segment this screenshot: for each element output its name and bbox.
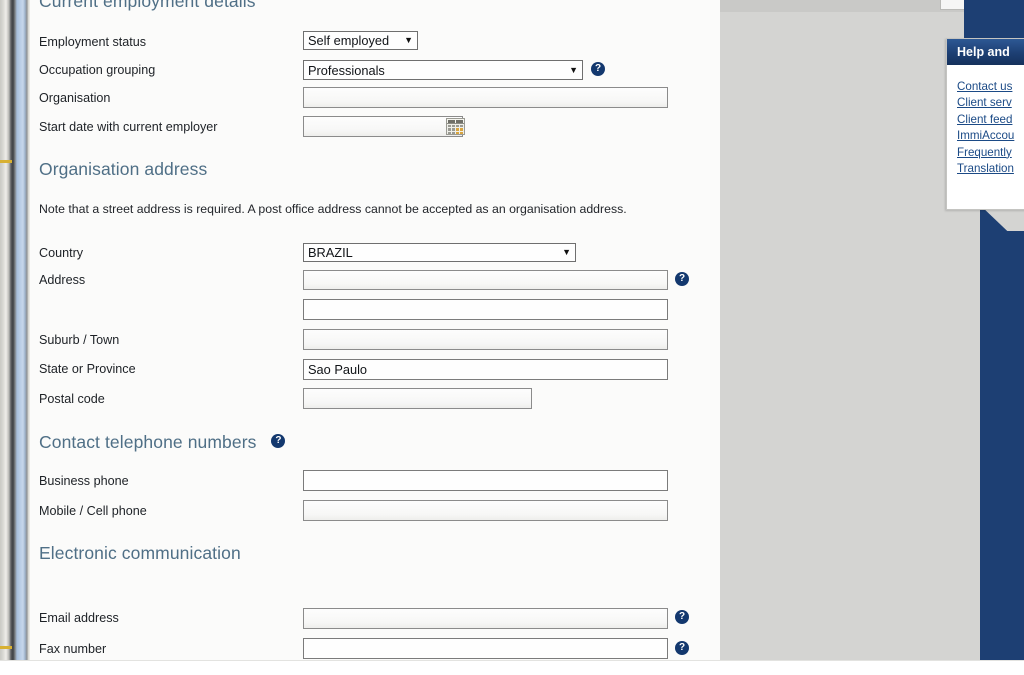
input-postal-code[interactable] — [303, 388, 532, 409]
viewport-bottom-strip — [0, 660, 1024, 675]
heading-electronic-communication: Electronic communication — [39, 543, 241, 563]
select-employment-status-value: Self employed — [308, 33, 390, 48]
input-address-line-1[interactable] — [303, 270, 668, 290]
form-panel: Current employment details Employment st… — [30, 0, 720, 660]
chevron-down-icon: ▼ — [569, 64, 578, 75]
heading-organisation-address: Organisation address — [39, 159, 208, 179]
left-accent-mark-bottom — [0, 646, 12, 649]
input-mobile-cell-phone[interactable] — [303, 500, 668, 521]
help-and-support-panel: Help and Contact us Client serv Client f… — [946, 38, 1024, 210]
help-panel-links: Contact us Client serv Client feed ImmiA… — [947, 65, 1024, 177]
input-email-address[interactable] — [303, 608, 668, 629]
calendar-icon[interactable] — [446, 118, 465, 135]
chevron-down-icon: ▼ — [404, 35, 413, 45]
help-link-client-services[interactable]: Client serv — [957, 95, 1024, 111]
label-mobile-cell-phone: Mobile / Cell phone — [39, 504, 147, 518]
label-employment-status: Employment status — [39, 35, 147, 49]
help-icon-occupation-grouping[interactable]: ? — [591, 62, 605, 76]
window-left-gutter — [0, 0, 30, 675]
help-link-immiaccount[interactable]: ImmiAccou — [957, 128, 1024, 144]
note-organisation-address: Note that a street address is required. … — [39, 202, 627, 216]
input-organisation[interactable] — [303, 87, 668, 108]
calendar-icon-grid — [447, 124, 464, 134]
label-email-address: Email address — [39, 611, 119, 625]
input-business-phone[interactable] — [303, 470, 668, 491]
help-icon-address[interactable]: ? — [675, 272, 689, 286]
heading-current-employment-details: Current employment details — [39, 0, 256, 11]
label-fax-number: Fax number — [39, 642, 107, 656]
help-icon-fax-number[interactable]: ? — [675, 641, 689, 655]
application-window: Current employment details Employment st… — [0, 0, 1024, 675]
help-link-contact-us[interactable]: Contact us — [957, 79, 1024, 95]
input-start-date[interactable] — [303, 116, 463, 137]
label-business-phone: Business phone — [39, 474, 129, 488]
select-occupation-grouping[interactable]: Professionals ▼ — [303, 60, 583, 80]
label-start-date: Start date with current employer — [39, 120, 218, 134]
left-accent-mark-top — [0, 160, 12, 163]
label-address: Address — [39, 273, 86, 287]
heading-contact-telephone-numbers-text: Contact telephone numbers — [39, 432, 257, 452]
help-panel-title: Help and — [947, 39, 1024, 65]
label-suburb-town: Suburb / Town — [39, 333, 120, 347]
input-state-or-province[interactable] — [303, 359, 668, 380]
input-suburb-town[interactable] — [303, 329, 668, 350]
viewport-bottom-seam — [0, 660, 1024, 661]
select-country[interactable]: BRAZIL ▼ — [303, 243, 576, 262]
help-icon-contact-telephone[interactable]: ? — [271, 434, 286, 449]
input-address-line-2[interactable] — [303, 299, 668, 320]
label-postal-code: Postal code — [39, 392, 105, 406]
label-occupation-grouping: Occupation grouping — [39, 63, 156, 77]
input-fax-number[interactable] — [303, 638, 668, 659]
help-link-client-feedback[interactable]: Client feed — [957, 112, 1024, 128]
select-employment-status[interactable]: Self employed ▼ — [303, 31, 418, 50]
help-icon-email-address[interactable]: ? — [675, 610, 689, 624]
select-country-value: BRAZIL — [308, 245, 353, 260]
help-link-frequently-asked[interactable]: Frequently — [957, 145, 1024, 161]
help-link-translation[interactable]: Translation — [957, 161, 1024, 177]
chevron-down-icon: ▼ — [562, 247, 571, 257]
label-organisation: Organisation — [39, 91, 111, 105]
select-occupation-grouping-value: Professionals — [308, 62, 385, 78]
label-state-or-province: State or Province — [39, 362, 136, 376]
label-country: Country — [39, 246, 84, 260]
heading-contact-telephone-numbers: Contact telephone numbers ? — [39, 432, 286, 453]
